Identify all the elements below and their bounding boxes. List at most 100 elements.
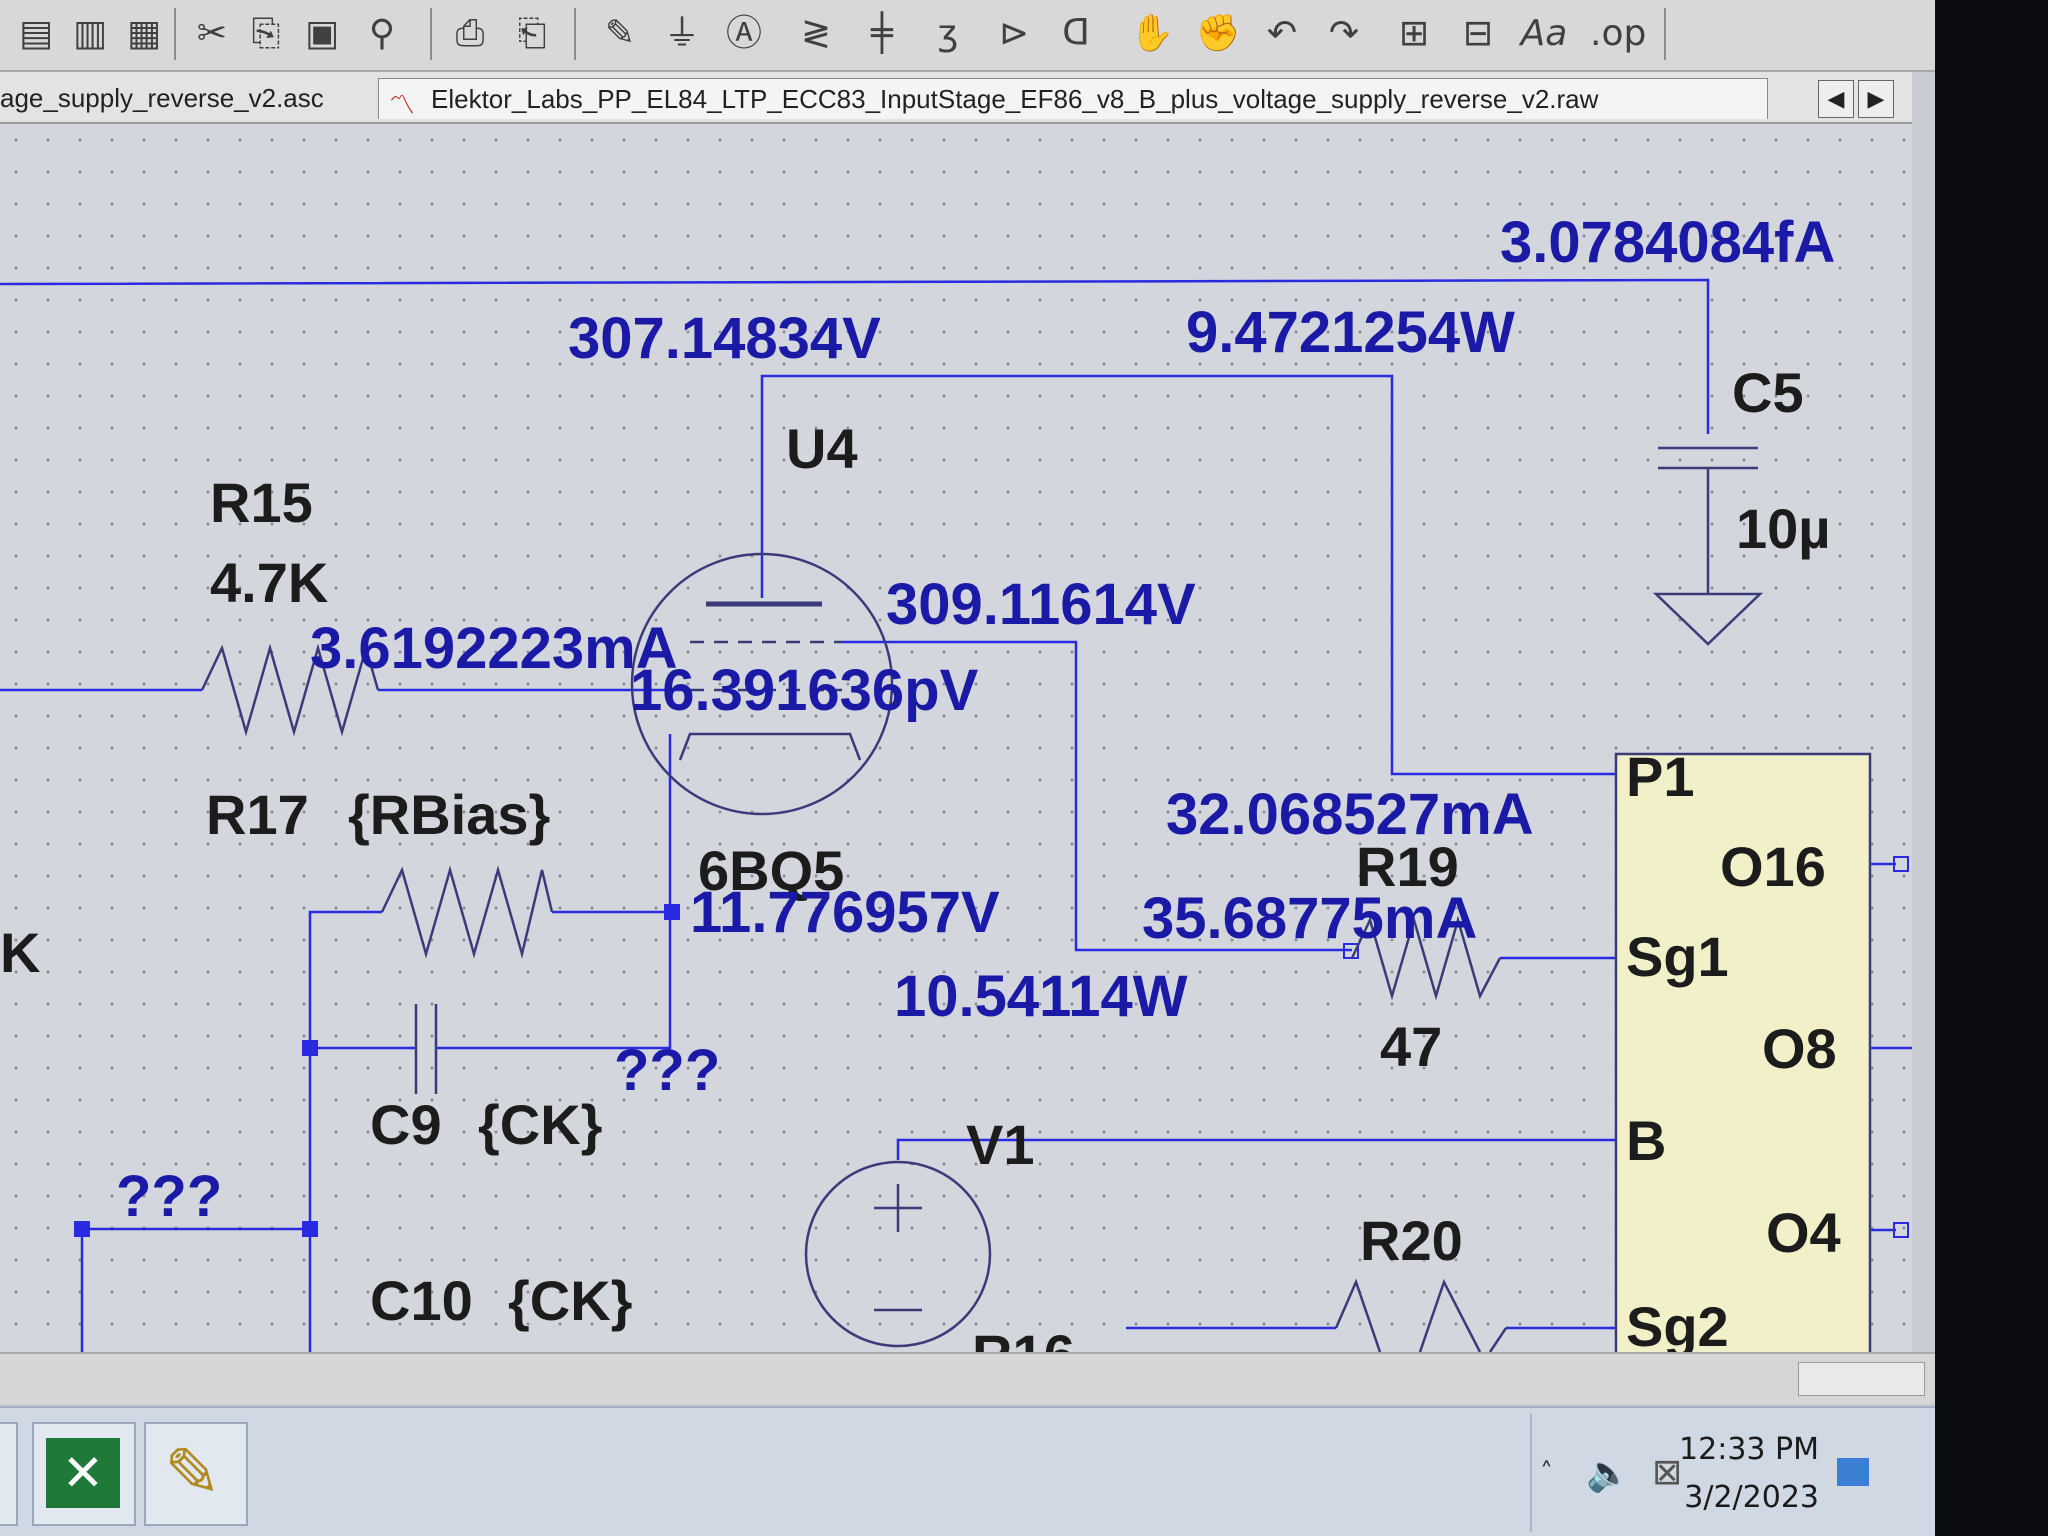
junction-cathode (664, 904, 680, 920)
pin-sg2-label: Sg2 (1626, 1295, 1729, 1352)
r15-ref-label: R15 (210, 471, 313, 534)
close-window-icon[interactable]: ▦ (118, 8, 170, 60)
start-button-edge[interactable] (0, 1422, 18, 1526)
probe-annotations: 3.0784084fA 307.14834V 9.4721254W 309.11… (116, 210, 1835, 1229)
tray-chevron-icon[interactable]: ˄ (1540, 1458, 1553, 1488)
monitor-bezel (1935, 0, 2048, 1536)
probe-unknown-2: ??? (116, 1164, 222, 1229)
tab-scroll-right-button[interactable]: ▶ (1858, 80, 1894, 118)
mirror-icon[interactable]: ⊟ (1452, 8, 1504, 60)
c9-ref-label: C9 (370, 1093, 442, 1156)
pin-o8-label: O8 (1762, 1017, 1837, 1080)
r17-value-label: {RBias} (348, 783, 550, 846)
move-hand-icon[interactable]: ✋ (1126, 8, 1178, 60)
junction-c9 (302, 1040, 318, 1056)
toolbar: ▤ ▥ ▦ ✂ ⎘ ▣ ⚲ ⎙ ⎗ ✎ ⏚ Ⓐ ≷ ╪ ʒ ⊳ ᗡ ✋ ✊ ↶ … (0, 0, 1935, 72)
r20-resistor-symbol-mid (1418, 1278, 1482, 1352)
document-tab-bar: age_supply_reverse_v2.asc 〽 Elektor_Labs… (0, 72, 1912, 124)
junction-c10 (302, 1221, 318, 1237)
probe-c5-current: 3.0784084fA (1500, 210, 1835, 275)
print-icon[interactable]: ⎙ (444, 8, 496, 60)
probe-power-top: 9.4721254W (1186, 300, 1515, 365)
resistor-icon[interactable]: ≷ (790, 8, 842, 60)
r19-value-label: 47 (1380, 1015, 1442, 1078)
bottom-partial-label: R16 (972, 1323, 1075, 1352)
junction-left (74, 1221, 90, 1237)
wire-cathode-to-c9 (436, 734, 672, 1050)
excel-icon: ✕ (46, 1438, 120, 1508)
waveform-icon: 〽 (389, 90, 416, 120)
taskbar: ✕ ✎ ˄ 🔈 ⊠ 12:33 PM 3/2/2023 (0, 1406, 1935, 1536)
copy-icon[interactable]: ⎘ (240, 8, 292, 60)
pin-o4-label: O4 (1766, 1201, 1841, 1264)
tab-waveform-raw[interactable]: 〽 Elektor_Labs_PP_EL84_LTP_ECC83_InputSt… (378, 78, 1768, 120)
terminal-o16 (1893, 856, 1909, 872)
show-desktop-button[interactable] (1837, 1458, 1869, 1486)
ground-symbol (1652, 592, 1764, 646)
u4-cathode (678, 732, 862, 761)
diode-icon[interactable]: ⊳ (988, 8, 1040, 60)
r15-value-label: 4.7K (210, 551, 328, 614)
schematic-drawing: R15 4.7K U4 6BQ5 R17 {RBias} C9 {CK} C10… (0, 210, 1912, 1352)
rotate-icon[interactable]: ⊞ (1388, 8, 1440, 60)
left-k-label: K (0, 921, 40, 984)
probe-unknown-1: ??? (614, 1038, 720, 1103)
c5-ref-label: C5 (1732, 361, 1804, 424)
paste-icon[interactable]: ▣ (296, 8, 348, 60)
pin-p1-label: P1 (1626, 745, 1695, 808)
ground-icon[interactable]: ⏚ (656, 8, 708, 60)
pin-o16-label: O16 (1720, 835, 1826, 898)
taskbar-excel-button[interactable]: ✕ (32, 1422, 136, 1526)
r20-resistor-symbol-right (1488, 1327, 1508, 1352)
tab-scroll-left-button[interactable]: ◀ (1818, 80, 1854, 118)
probe-power-bottom: 10.54114W (894, 964, 1188, 1029)
v1-ref-label: V1 (966, 1113, 1035, 1176)
tab-schematic-asc[interactable]: age_supply_reverse_v2.asc (0, 78, 370, 118)
text-button[interactable]: Aa (1518, 8, 1570, 60)
scrollbar-thumb[interactable] (1798, 1362, 1925, 1396)
probe-r19-current: 35.68775mA (1142, 886, 1477, 951)
pin-sg1-label: Sg1 (1626, 925, 1729, 988)
r20-resistor-symbol-left[interactable] (1334, 1278, 1382, 1352)
probe-plate-voltage: 307.14834V (568, 306, 881, 371)
undo-icon[interactable]: ↶ (1256, 8, 1308, 60)
cascade-windows-icon[interactable]: ▤ (10, 8, 62, 60)
cut-icon[interactable]: ✂ (186, 8, 238, 60)
label-net-icon[interactable]: Ⓐ (718, 8, 770, 60)
tile-windows-icon[interactable]: ▥ (64, 8, 116, 60)
clock-date[interactable]: 3/2/2023 (1619, 1480, 1819, 1515)
print-preview-icon[interactable]: ⎗ (506, 8, 558, 60)
component-icon[interactable]: ᗡ (1050, 8, 1102, 60)
probe-cathode-voltage: 11.776957V (690, 880, 1000, 945)
clock-time[interactable]: 12:33 PM (1619, 1432, 1819, 1467)
redo-icon[interactable]: ↷ (1318, 8, 1370, 60)
probe-r15-current: 3.6192223mA (310, 616, 678, 681)
monitor-screen: ▤ ▥ ▦ ✂ ⎘ ▣ ⚲ ⎙ ⎗ ✎ ⏚ Ⓐ ≷ ╪ ʒ ⊳ ᗡ ✋ ✊ ↶ … (0, 0, 1935, 1536)
draw-wire-icon[interactable]: ✎ (594, 8, 646, 60)
spice-directive-button[interactable]: .op (1590, 8, 1646, 60)
pencil-icon: ✎ (164, 1434, 221, 1513)
wire-bias-net (80, 910, 382, 1352)
probe-screen-voltage: 309.11614V (886, 572, 1196, 637)
r17-ref-label: R17 (206, 783, 309, 846)
c5-value-label: 10µ (1736, 497, 1831, 560)
taskbar-ltspice-button[interactable]: ✎ (144, 1422, 248, 1526)
c9-value-label: {CK} (478, 1093, 602, 1156)
tab-waveform-raw-label: Elektor_Labs_PP_EL84_LTP_ECC83_InputStag… (431, 84, 1599, 114)
terminal-o4 (1893, 1222, 1909, 1238)
find-icon[interactable]: ⚲ (356, 8, 408, 60)
r17-resistor-symbol[interactable] (380, 865, 554, 959)
horizontal-scrollbar[interactable] (0, 1352, 1935, 1404)
inductor-icon[interactable]: ʒ (922, 8, 974, 60)
drag-hand-icon[interactable]: ✊ (1192, 8, 1244, 60)
c10-value-label: {CK} (508, 1269, 632, 1332)
capacitor-icon[interactable]: ╪ (856, 8, 908, 60)
probe-grid-voltage: 16.391636pV (630, 658, 979, 723)
schematic-canvas[interactable]: R15 4.7K U4 6BQ5 R17 {RBias} C9 {CK} C10… (0, 124, 1912, 1352)
c10-ref-label: C10 (370, 1269, 473, 1332)
pin-b-label: B (1626, 1109, 1666, 1172)
r20-ref-label: R20 (1360, 1209, 1463, 1272)
u4-ref-label: U4 (786, 417, 858, 480)
component-labels: R15 4.7K U4 6BQ5 R17 {RBias} C9 {CK} C10… (0, 361, 1831, 1352)
probe-p1-current: 32.068527mA (1166, 782, 1534, 847)
